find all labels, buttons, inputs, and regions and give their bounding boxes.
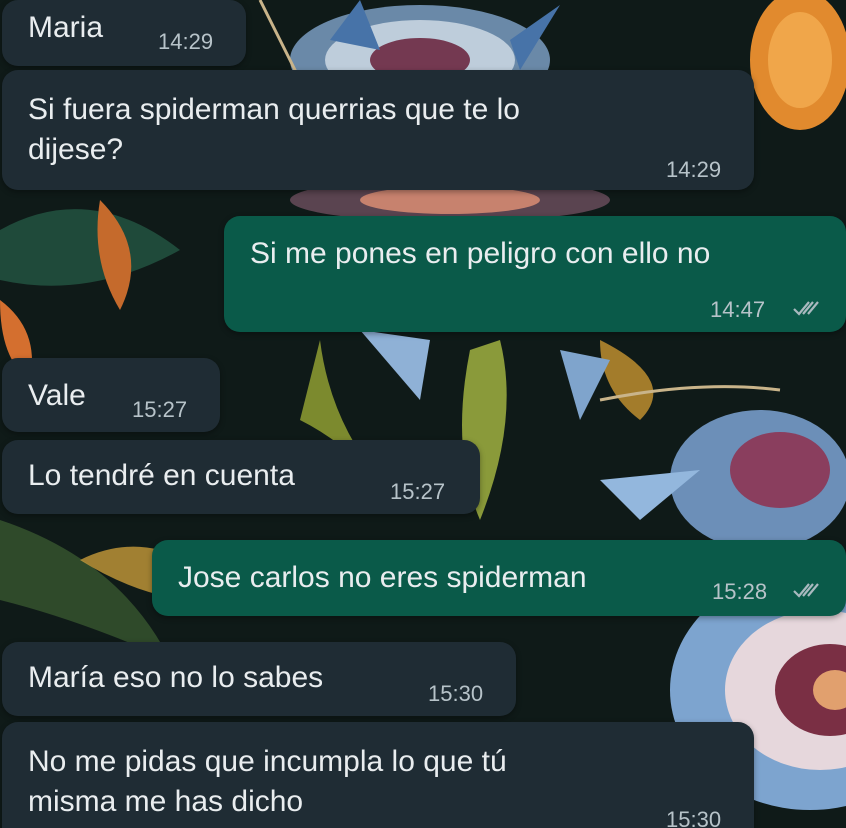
message-text: Jose carlos no eres spiderman bbox=[178, 561, 587, 594]
message-bubble-outgoing[interactable]: Jose carlos no eres spiderman 15:28 bbox=[152, 540, 846, 616]
message-bubble-incoming[interactable]: María eso no lo sabes 15:30 bbox=[2, 642, 516, 716]
message-text: Vale bbox=[28, 379, 86, 412]
message-text: Si fuera spiderman querrias que te lo di… bbox=[28, 93, 520, 166]
double-check-icon bbox=[793, 301, 819, 316]
message-time: 14:29 bbox=[666, 157, 722, 182]
message-time: 15:30 bbox=[666, 807, 722, 828]
message-time: 15:30 bbox=[428, 681, 484, 706]
message-time: 15:27 bbox=[132, 397, 188, 422]
message-time: 14:29 bbox=[158, 29, 214, 54]
message-time: 15:27 bbox=[390, 479, 446, 504]
double-check-icon bbox=[793, 583, 819, 598]
message-bubble-outgoing[interactable]: Si me pones en peligro con ello no 14:47 bbox=[224, 216, 846, 332]
message-text: Si me pones en peligro con ello no bbox=[250, 237, 711, 270]
message-text: Lo tendré en cuenta bbox=[28, 459, 295, 492]
message-text: No me pidas que incumpla lo que tú misma… bbox=[28, 745, 507, 818]
message-text: María eso no lo sabes bbox=[28, 661, 324, 694]
chat-window: Maria 14:29 Si fuera spiderman querrias … bbox=[0, 0, 846, 828]
message-bubble-incoming[interactable]: No me pidas que incumpla lo que tú misma… bbox=[2, 722, 754, 828]
message-time: 14:47 bbox=[710, 297, 766, 322]
message-bubble-incoming[interactable]: Si fuera spiderman querrias que te lo di… bbox=[2, 70, 754, 190]
message-bubble-incoming[interactable]: Vale 15:27 bbox=[2, 358, 220, 432]
message-bubble-incoming[interactable]: Lo tendré en cuenta 15:27 bbox=[2, 440, 480, 514]
message-bubble-incoming[interactable]: Maria 14:29 bbox=[2, 0, 246, 66]
message-time: 15:28 bbox=[712, 579, 768, 604]
message-text: Maria bbox=[28, 11, 104, 44]
